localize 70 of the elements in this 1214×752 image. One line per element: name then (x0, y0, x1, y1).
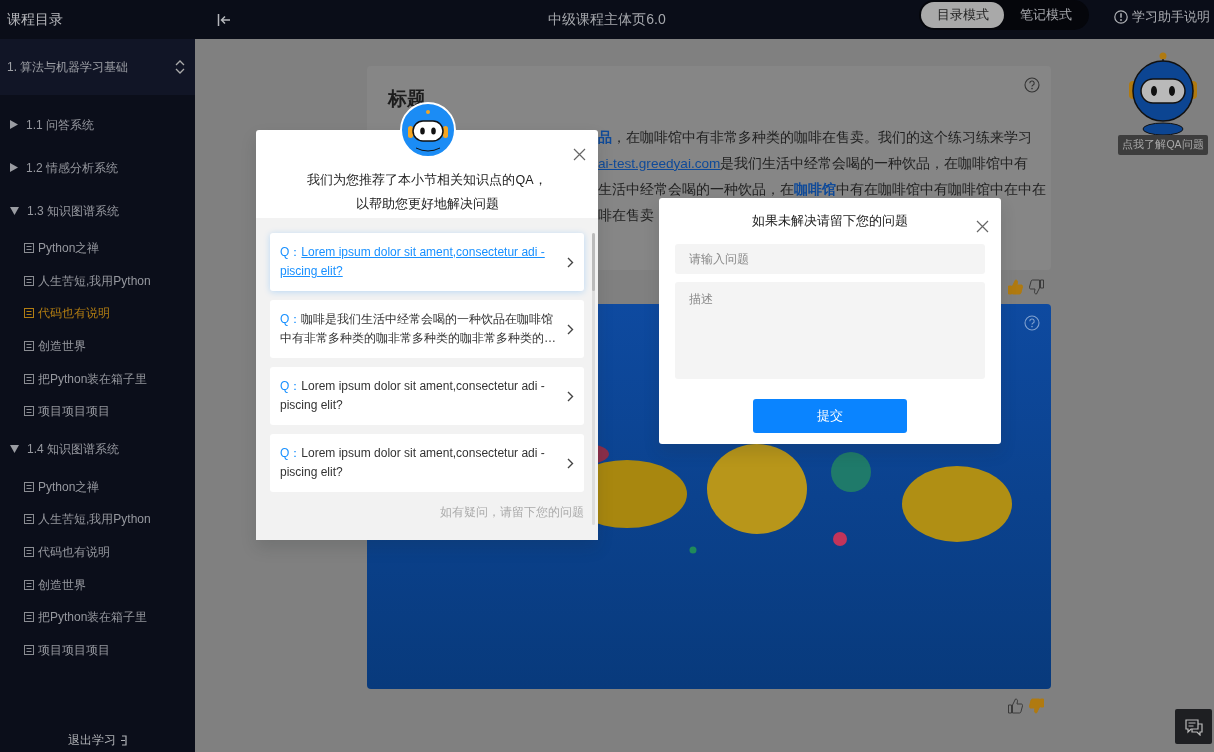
dialog-heading: 以帮助您更好地解决问题 (355, 197, 499, 211)
document-icon (24, 644, 34, 655)
expanded-caret-icon (10, 206, 19, 215)
document-icon (24, 612, 34, 623)
lesson-item[interactable]: 代码也有说明 (0, 297, 195, 330)
lesson-item[interactable]: 人生苦短,我用Python (0, 264, 195, 298)
help-link[interactable]: 学习助手说明 (1114, 7, 1210, 27)
paragraph-line: ai-test.greedyai.com是我们生活中经常会喝的一种饮品，在咖啡馆中有 (598, 154, 1029, 173)
page-title: 中级课程主体页6.0 (548, 11, 666, 27)
alert-icon (1114, 9, 1128, 24)
submit-button[interactable]: 提交 (753, 399, 907, 433)
document-icon (24, 243, 34, 254)
help-icon[interactable] (1024, 77, 1040, 93)
collapsed-caret-icon (10, 163, 18, 172)
chat-icon (1183, 717, 1204, 736)
lesson-item[interactable]: 项目项目项目 (0, 633, 195, 667)
document-icon (24, 373, 34, 384)
chat-button[interactable] (1175, 709, 1212, 744)
qa-item[interactable]: Q：Lorem ipsum dolor sit ament,consectetur adi -piscing elit? (270, 367, 584, 425)
paragraph-line: 品，在咖啡馆中有非常多种类的咖啡在售卖。我们的这个练习练来学习 (598, 128, 1032, 147)
lesson-item[interactable]: 项目项目项目 (0, 394, 195, 428)
document-icon (24, 406, 34, 417)
lesson-item[interactable]: 创造世界 (0, 329, 195, 363)
lesson-item[interactable]: 创造世界 (0, 568, 195, 601)
tree-section[interactable]: 1.3 知识图谱系统 (0, 189, 195, 232)
thumbs-up-icon[interactable] (1007, 279, 1023, 295)
document-icon (24, 275, 34, 286)
document-icon (24, 514, 34, 525)
qa-item[interactable]: Q：Lorem ipsum dolor sit ament,consectetur adi -piscing elit? (270, 434, 584, 492)
paragraph-line: 啡在售卖 (598, 206, 654, 225)
thumbs-up-icon[interactable] (1007, 698, 1023, 714)
exit-icon (119, 734, 128, 746)
lesson-item[interactable]: 把Python装在箱子里 (0, 600, 195, 634)
chapter-selector[interactable]: 1. 算法与机器学习基础 (0, 39, 195, 95)
hint-text: 如有疑问，请留下您的问题 (440, 505, 584, 519)
question-field[interactable]: 请输入问题 (675, 244, 985, 274)
thumbs-down-icon[interactable] (1029, 698, 1045, 714)
sidebar-title: 课程目录 (6, 10, 64, 29)
dialog-heading: 我们为您推荐了本小节相关知识点的QA， (307, 173, 547, 187)
chevron-right-icon (567, 323, 574, 335)
expanded-caret-icon (10, 445, 19, 454)
chevron-right-icon (567, 256, 574, 268)
chapter-label: 1. 算法与机器学习基础 (7, 59, 129, 76)
help-icon[interactable] (1024, 315, 1040, 331)
mode-tab[interactable]: 目录模式 (921, 2, 1004, 28)
collapsed-caret-icon (10, 120, 18, 129)
chevron-right-icon (567, 457, 574, 469)
collapse-icon[interactable] (217, 13, 231, 26)
document-icon (24, 547, 34, 558)
sort-icon (175, 59, 185, 75)
mode-tab[interactable]: 笔记模式 (1004, 2, 1087, 28)
thumbs-down-icon[interactable] (1029, 279, 1045, 295)
document-icon (24, 579, 34, 590)
qa-item[interactable]: Q：咖啡是我们生活中经常会喝的一种饮品在咖啡馆中有非常多种类的咖非常多种类的咖非常多种类的… (270, 300, 584, 358)
lesson-item[interactable]: Python之禅 (0, 470, 195, 504)
lesson-item[interactable]: Python之禅 (0, 232, 195, 265)
tooltip: 点我了解QA问题 (1118, 135, 1208, 155)
description-field[interactable]: 描述 (675, 282, 985, 379)
document-icon (24, 341, 34, 352)
dialog-title: 如果未解决请留下您的问题 (752, 214, 908, 228)
exit-link[interactable]: 退出学习 (67, 731, 116, 749)
chevron-right-icon (567, 390, 574, 402)
lesson-item[interactable]: 代码也有说明 (0, 535, 195, 569)
lesson-item[interactable]: 人生苦短,我用Python (0, 503, 195, 536)
document-icon (24, 308, 34, 319)
tree-section[interactable]: 1.4 知识图谱系统 (0, 427, 195, 471)
document-icon (24, 481, 34, 492)
tree-section[interactable]: 1.2 情感分析系统 (0, 146, 195, 189)
tree-section[interactable]: 1.1 问答系统 (0, 103, 195, 146)
lesson-item[interactable]: 把Python装在箱子里 (0, 362, 195, 395)
